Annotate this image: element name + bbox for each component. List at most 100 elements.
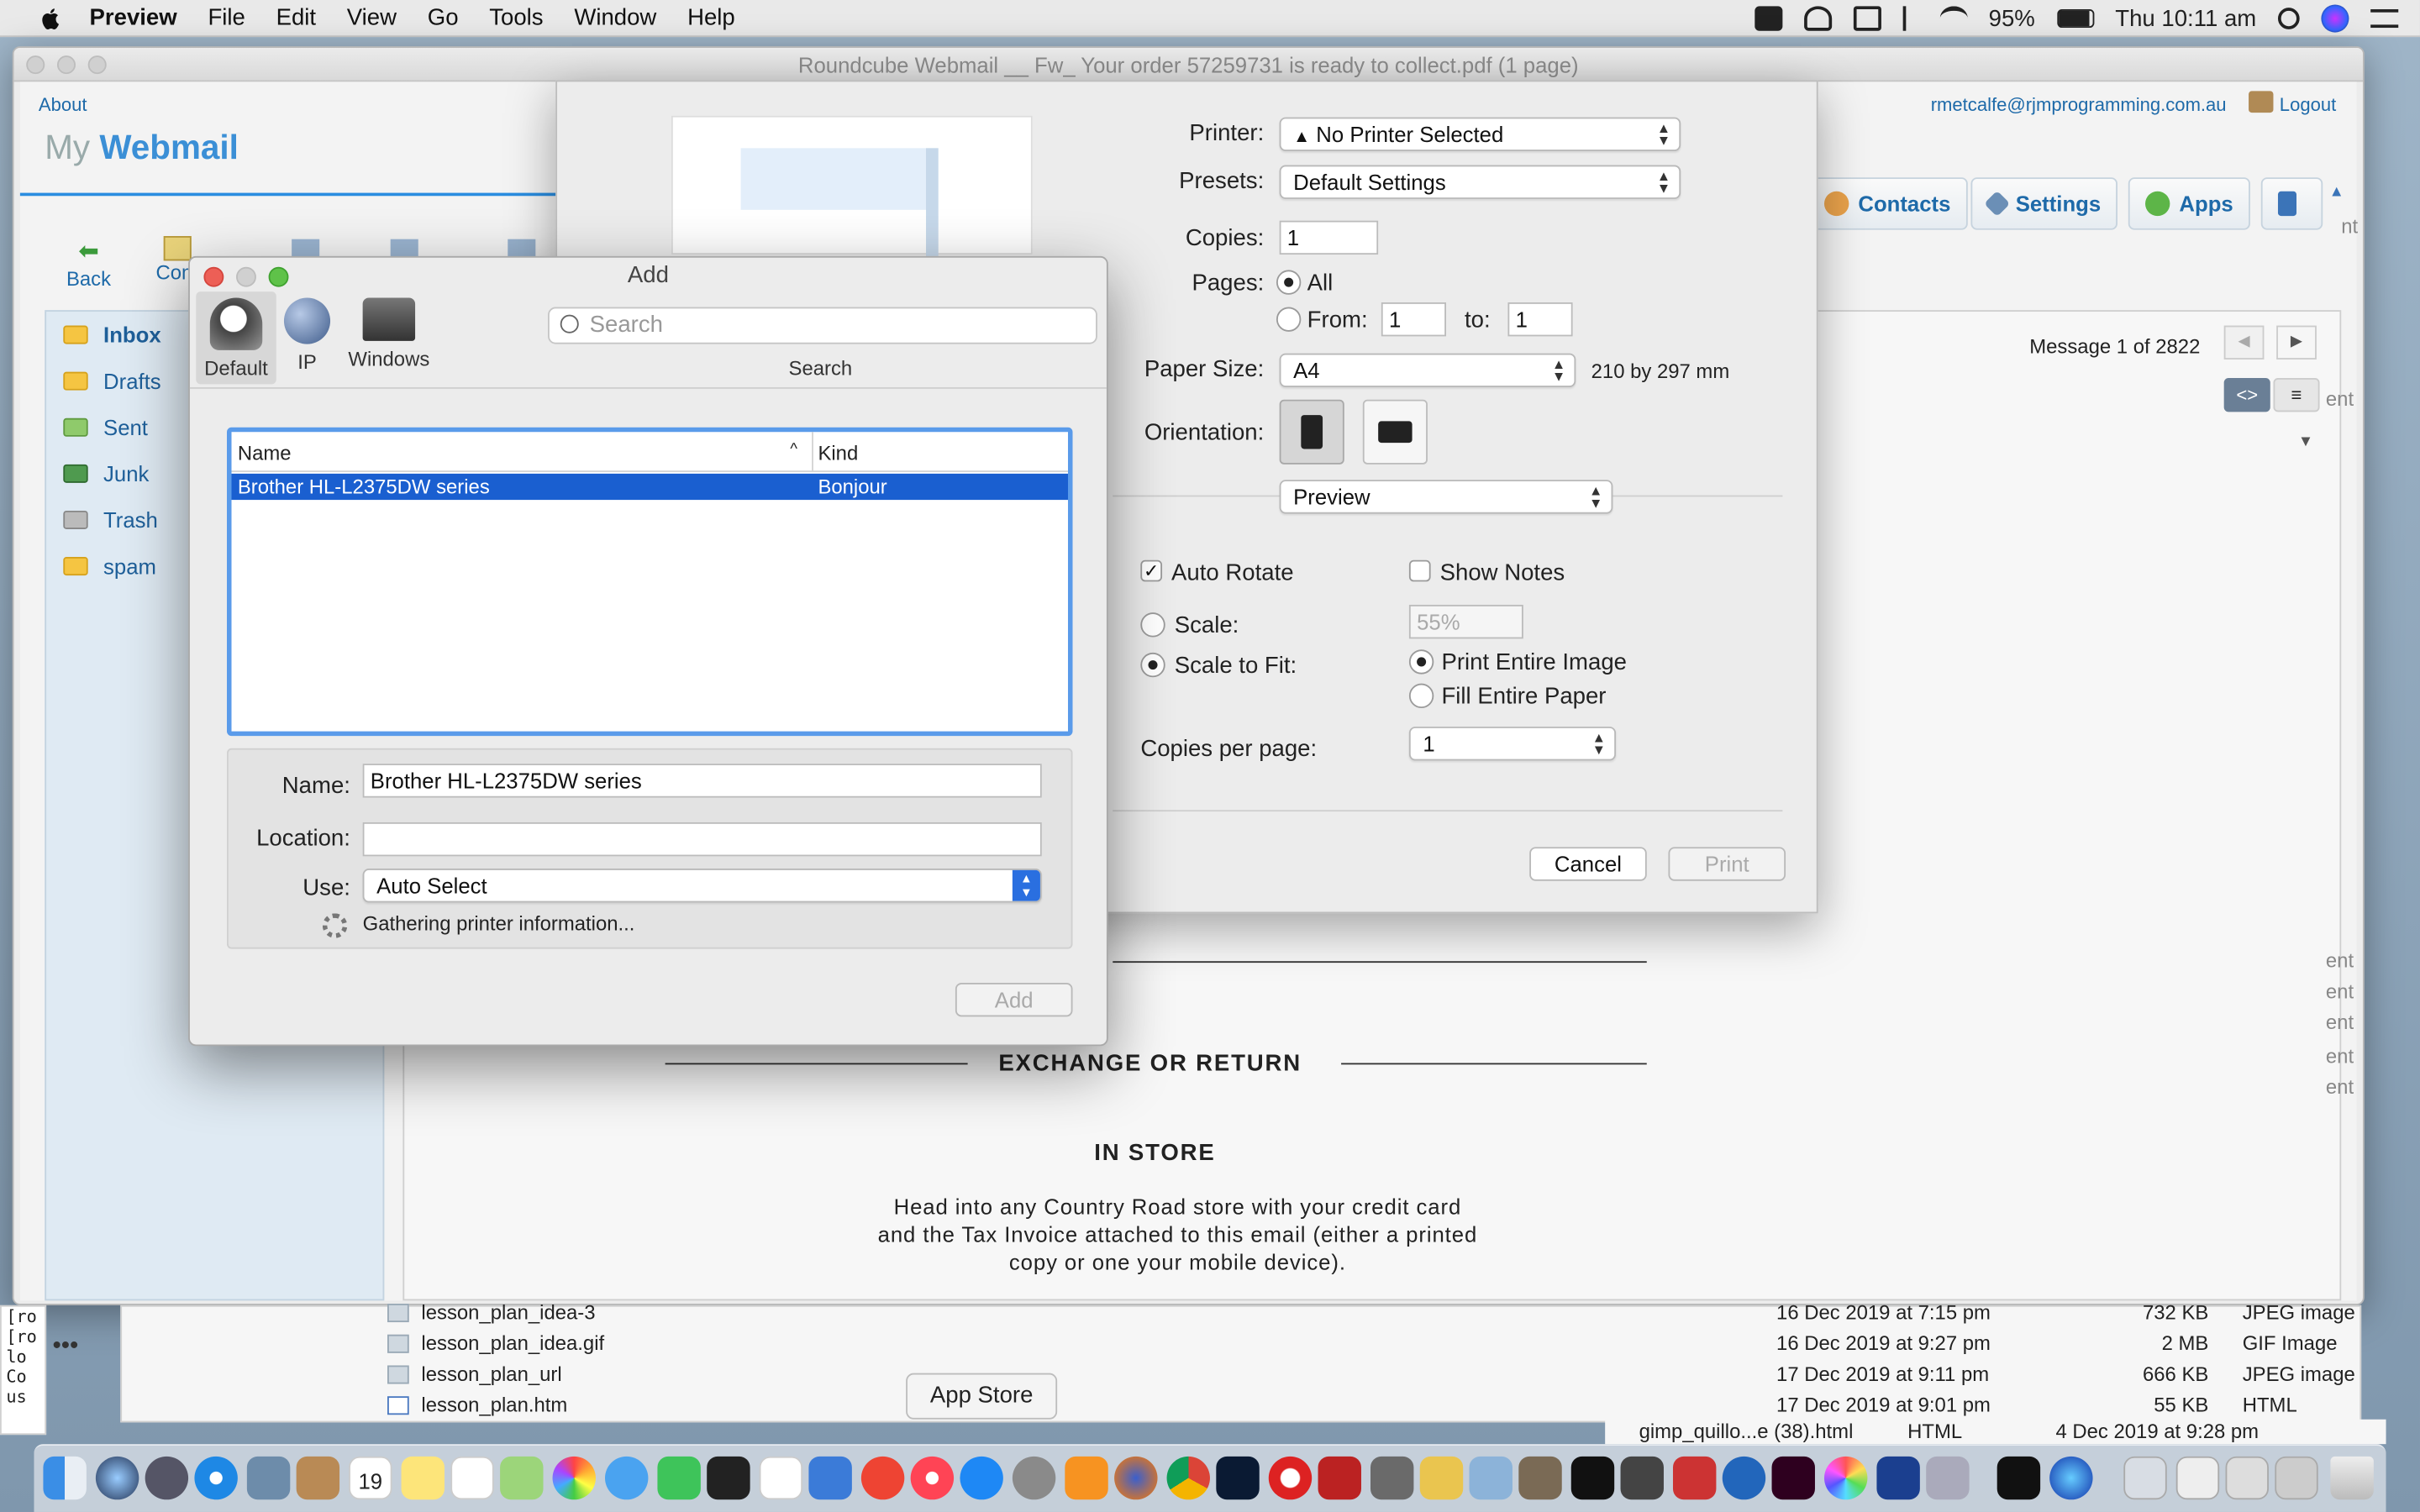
- menu-file[interactable]: File: [208, 5, 245, 31]
- terminal-icon[interactable]: [1570, 1456, 1615, 1500]
- cancel-button[interactable]: Cancel: [1529, 847, 1647, 881]
- print-entire-radio[interactable]: [1408, 649, 1434, 675]
- minimize-button[interactable]: [236, 266, 256, 287]
- list-item[interactable]: lesson_plan.htm 17 Dec 2019 at 9:01 pm 5…: [122, 1390, 2363, 1421]
- tool-icon[interactable]: [1419, 1456, 1464, 1500]
- sequel-pro-icon[interactable]: [1370, 1456, 1414, 1500]
- color-picker-icon[interactable]: [1823, 1456, 1868, 1500]
- firefox-icon[interactable]: [1114, 1456, 1158, 1500]
- display-button[interactable]: [2260, 177, 2323, 230]
- portrait-button[interactable]: [1279, 399, 1344, 465]
- chrome-icon[interactable]: [1166, 1456, 1210, 1500]
- app-icon[interactable]: [1672, 1456, 1717, 1500]
- battery-icon[interactable]: [2056, 9, 2094, 29]
- menu-edit[interactable]: Edit: [276, 5, 316, 31]
- pages-range-radio[interactable]: [1276, 307, 1302, 332]
- facetime-icon[interactable]: [657, 1456, 701, 1500]
- gimp-icon[interactable]: [1518, 1456, 1562, 1500]
- clock[interactable]: Thu 10:11 am: [2115, 5, 2256, 31]
- tab-windows[interactable]: Windows: [345, 297, 434, 370]
- malwarebytes-icon[interactable]: [1803, 6, 1832, 31]
- contacts-icon[interactable]: [296, 1456, 340, 1500]
- collapse-icon[interactable]: ▲: [2329, 184, 2344, 201]
- list-item[interactable]: gimp_quillo...e (38).html HTML 4 Dec 201…: [1605, 1419, 2386, 1445]
- folder-junk[interactable]: Junk: [63, 461, 149, 486]
- presets-select[interactable]: Default Settings ▲ ▼: [1279, 165, 1681, 199]
- document-stack-icon[interactable]: [2175, 1456, 2220, 1500]
- list-view-icon[interactable]: ≡: [2273, 377, 2320, 412]
- column-kind[interactable]: Kind: [818, 441, 858, 465]
- filezilla-icon[interactable]: [1318, 1456, 1361, 1500]
- list-item[interactable]: lesson_plan_idea-3 16 Dec 2019 at 7:15 p…: [122, 1298, 2363, 1329]
- menu-app-name[interactable]: Preview: [90, 5, 177, 31]
- airplay-icon[interactable]: [1852, 6, 1881, 31]
- tab-ip[interactable]: IP: [279, 297, 334, 373]
- printer-select[interactable]: ▲ No Printer Selected ▲ ▼: [1279, 117, 1681, 151]
- finder-icon[interactable]: [43, 1456, 87, 1500]
- menu-window[interactable]: Window: [574, 5, 656, 31]
- pages-to-input[interactable]: 1: [1507, 302, 1573, 337]
- menu-help[interactable]: Help: [687, 5, 735, 31]
- maps-icon[interactable]: [500, 1456, 544, 1500]
- pages-all-radio[interactable]: [1276, 270, 1302, 295]
- add-button[interactable]: Add: [955, 982, 1073, 1017]
- adobe-xd-icon[interactable]: [1771, 1456, 1815, 1500]
- zoom-button[interactable]: [268, 266, 289, 287]
- system-preferences-icon[interactable]: [1012, 1456, 1056, 1500]
- logout-icon[interactable]: [2249, 91, 2274, 113]
- photos-icon[interactable]: [552, 1456, 596, 1500]
- search-input[interactable]: Search: [548, 307, 1097, 344]
- calendar-icon[interactable]: 19: [349, 1456, 392, 1500]
- name-input[interactable]: Brother HL-L2375DW series: [362, 764, 1042, 798]
- section-select[interactable]: Preview ▲ ▼: [1279, 480, 1613, 514]
- table-row[interactable]: Brother HL-L2375DW series Bonjour: [231, 473, 1068, 501]
- about-link[interactable]: About: [39, 94, 87, 116]
- folder-trash[interactable]: Trash: [63, 507, 158, 533]
- inkscape-icon[interactable]: [1620, 1456, 1664, 1500]
- photo-booth-icon[interactable]: [707, 1456, 750, 1500]
- pages-from-input[interactable]: 1: [1381, 302, 1446, 337]
- menu-view[interactable]: View: [347, 5, 397, 31]
- fill-entire-radio[interactable]: [1408, 683, 1434, 709]
- scale-radio[interactable]: [1140, 612, 1165, 638]
- logout-link[interactable]: Logout: [2280, 94, 2336, 116]
- bluetooth-icon[interactable]: [1902, 6, 1918, 31]
- word-icon[interactable]: [1876, 1456, 1920, 1500]
- launchpad-icon[interactable]: [145, 1456, 189, 1500]
- list-item[interactable]: lesson_plan_idea.gif 16 Dec 2019 at 9:27…: [122, 1328, 2363, 1359]
- siri-icon[interactable]: [2321, 4, 2349, 33]
- close-button[interactable]: [203, 266, 224, 287]
- reminders-icon[interactable]: [450, 1456, 494, 1500]
- numbers-icon[interactable]: [759, 1456, 803, 1500]
- contacts-button[interactable]: Contacts: [1807, 177, 1968, 230]
- search-icon[interactable]: [2277, 8, 2300, 29]
- settings-button[interactable]: Settings: [1970, 177, 2118, 230]
- news-icon[interactable]: [860, 1456, 905, 1500]
- mail-stamp-icon[interactable]: [246, 1456, 291, 1500]
- apps-button[interactable]: Apps: [2128, 177, 2250, 230]
- copies-input[interactable]: 1: [1279, 220, 1379, 255]
- next-message-icon[interactable]: ▶: [2276, 325, 2317, 360]
- scale-to-fit-radio[interactable]: [1140, 652, 1165, 678]
- paper-size-select[interactable]: A4 ▲ ▼: [1279, 353, 1576, 388]
- notification-center-icon[interactable]: [2370, 9, 2399, 29]
- amazon-icon[interactable]: [1065, 1456, 1108, 1500]
- wifi-icon[interactable]: [1939, 6, 1967, 30]
- minimize-button[interactable]: [56, 55, 76, 75]
- mail-icon[interactable]: [1926, 1456, 1970, 1500]
- notes-icon[interactable]: [401, 1456, 445, 1500]
- apple-icon[interactable]: [34, 5, 67, 29]
- safari-icon[interactable]: [194, 1456, 238, 1500]
- tab-default[interactable]: Default: [203, 297, 271, 380]
- more-icon[interactable]: •••: [52, 1333, 78, 1361]
- print-button[interactable]: Print: [1668, 847, 1786, 881]
- scale-input[interactable]: 55%: [1408, 604, 1523, 639]
- document-stack-icon[interactable]: [2225, 1456, 2269, 1500]
- dropdown-chevron-icon[interactable]: ▼: [2298, 433, 2313, 450]
- landscape-button[interactable]: [1362, 399, 1428, 465]
- folder-sent[interactable]: Sent: [63, 415, 148, 439]
- folder-stack-icon[interactable]: [2123, 1456, 2167, 1500]
- document-stack-icon[interactable]: [2275, 1456, 2318, 1500]
- show-notes-checkbox[interactable]: [1408, 559, 1431, 582]
- list-item[interactable]: lesson_plan_url 17 Dec 2019 at 9:11 pm 6…: [122, 1359, 2363, 1390]
